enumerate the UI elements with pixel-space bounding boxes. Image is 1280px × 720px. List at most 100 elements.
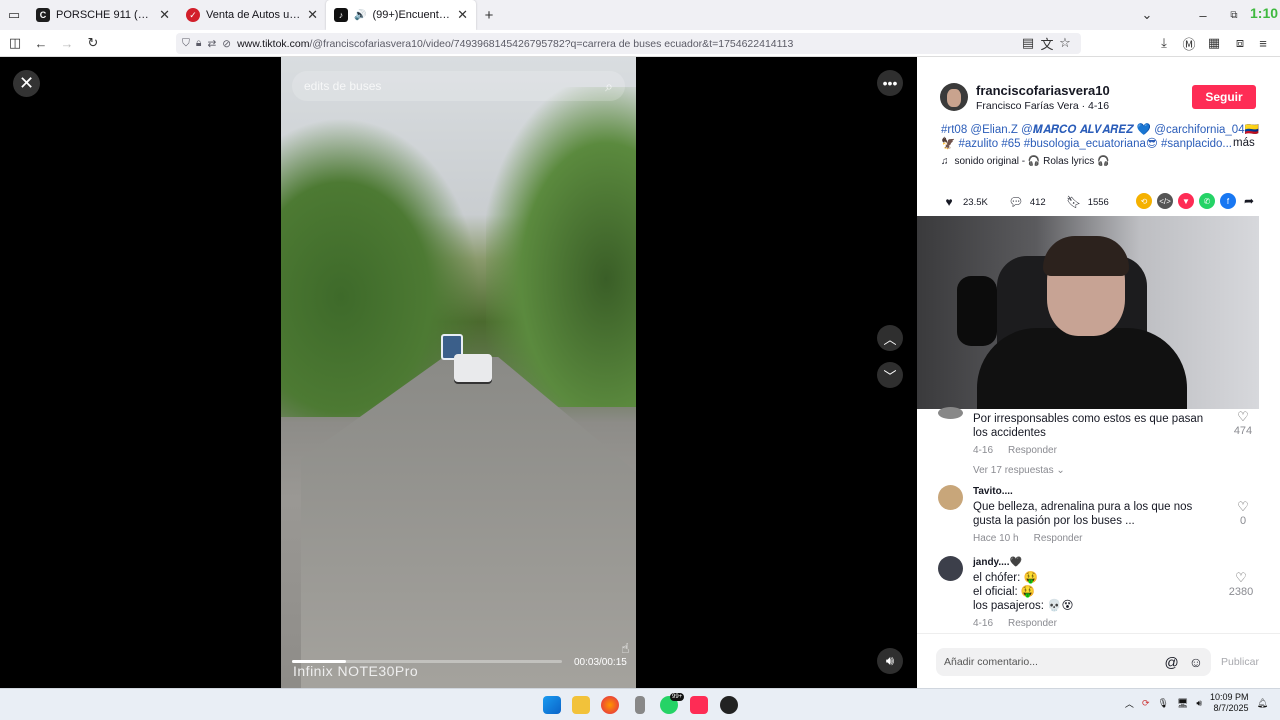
previous-video-button[interactable]: ︿: [877, 325, 903, 351]
tiktok-app-icon[interactable]: [690, 696, 708, 714]
forward-button[interactable]: →: [54, 30, 80, 56]
account-icon[interactable]: Ⓜ: [1176, 30, 1202, 56]
audio-playing-icon[interactable]: 🔊: [354, 10, 366, 21]
author-info[interactable]: franciscofariasvera10 Francisco Farías V…: [940, 83, 1110, 112]
sound-link[interactable]: ♫ sonido original - 🎧 Rolas lyrics 🎧: [941, 156, 1109, 167]
back-button[interactable]: ←: [28, 30, 54, 56]
author-avatar[interactable]: [940, 83, 968, 111]
author-subtitle: Francisco Farías Vera · 4-16: [976, 100, 1110, 112]
tab-overview-icon[interactable]: ▭: [0, 2, 28, 28]
firefox-icon[interactable]: [601, 696, 619, 714]
comment-date: 4-16: [973, 618, 994, 629]
windows-start-icon[interactable]: [543, 696, 561, 714]
reply-button[interactable]: Responder: [1008, 617, 1057, 631]
comment-username[interactable]: Tavito....: [973, 485, 1218, 499]
whatsapp-badge: 99+: [670, 693, 685, 701]
tab-list-chevron-icon[interactable]: ⌄: [1134, 2, 1160, 28]
video-search-input[interactable]: edits de buses ⌕: [292, 71, 625, 101]
permissions-icon[interactable]: ⇄: [207, 38, 216, 50]
minimize-button[interactable]: –: [1190, 2, 1216, 28]
mic-tray-icon[interactable]: 🎙︎: [1157, 698, 1168, 709]
facebook-icon[interactable]: f: [1220, 193, 1236, 209]
sync-icon[interactable]: ⟳: [1142, 698, 1150, 709]
tab-porsche[interactable]: C PORSCHE 911 (2014) - 125.000 ✕: [28, 0, 178, 30]
author-username[interactable]: franciscofariasvera10: [976, 83, 1110, 98]
show-hidden-icons-icon[interactable]: ︿: [1125, 697, 1134, 710]
close-tab-icon[interactable]: ✕: [307, 7, 318, 23]
comment-username[interactable]: jandy....🖤: [973, 556, 1214, 570]
clock[interactable]: 10:09 PM 8/7/2025: [1210, 692, 1249, 714]
reload-button[interactable]: ↻: [80, 30, 106, 56]
comment-text: Que belleza, adrenalina pura a los que n…: [973, 501, 1193, 527]
extension-icon[interactable]: ▦: [1201, 30, 1227, 56]
comment-item: Por irresponsables como estos es que pas…: [938, 407, 1258, 478]
see-more-link[interactable]: más: [1233, 137, 1255, 149]
comment-like-count: 2380: [1228, 586, 1254, 598]
more-options-button[interactable]: •••: [877, 70, 903, 96]
heart-outline-icon[interactable]: ♡: [1228, 499, 1258, 515]
menu-icon[interactable]: ≡: [1250, 30, 1276, 56]
sidebar-toggle-icon[interactable]: ◫: [2, 30, 28, 56]
post-panel: franciscofariasvera10 Francisco Farías V…: [917, 57, 1280, 688]
file-explorer-icon[interactable]: [572, 696, 590, 714]
comment-like[interactable]: ♡ 474: [1228, 409, 1258, 478]
next-video-button[interactable]: ﹀: [877, 362, 903, 388]
speaker-icon[interactable]: 🔊︎: [1196, 698, 1202, 709]
volume-button[interactable]: 🔊︎: [877, 648, 903, 674]
lock-icon[interactable]: 🔒︎: [196, 37, 202, 50]
system-tray: ︿ ⟳ 🎙︎ 🖥︎ 🔊︎ 10:09 PM 8/7/2025 🔔︎: [1125, 692, 1268, 714]
tab-title: PORSCHE 911 (2014) - 125.000: [56, 9, 153, 21]
view-replies-button[interactable]: Ver 17 respuestas ⌄: [973, 464, 1218, 478]
comment-like[interactable]: ♡ 0: [1228, 485, 1258, 546]
publish-button[interactable]: Publicar: [1221, 656, 1259, 668]
tab-tiktok[interactable]: ♪ 🔊 (99+)Encuentra 'carrera de ✕: [326, 0, 476, 30]
webcam-person: [1043, 236, 1129, 276]
network-icon[interactable]: 🖥︎: [1177, 698, 1188, 709]
restore-button[interactable]: ⧉: [1221, 2, 1247, 28]
mention-icon[interactable]: @: [1164, 654, 1178, 670]
address-bar[interactable]: ⛉ 🔒︎ ⇄ ⊘ www.tiktok.com/@franciscofarias…: [176, 33, 1081, 54]
follow-button[interactable]: Seguir: [1192, 85, 1256, 109]
url-text[interactable]: www.tiktok.com/@franciscofariasvera10/vi…: [237, 38, 793, 50]
tab-autos[interactable]: ✓ Venta de Autos usados en Ecuad ✕: [178, 0, 326, 30]
emoji-icon[interactable]: ☺: [1189, 654, 1203, 670]
comment-avatar[interactable]: [938, 485, 963, 510]
obs-icon[interactable]: [720, 696, 738, 714]
send-icon[interactable]: ▼: [1178, 193, 1194, 209]
hand-cursor-icon: ☝: [621, 640, 630, 656]
comment-input[interactable]: Añadir comentario... @ ☺: [936, 648, 1211, 676]
reply-button[interactable]: Responder: [1008, 444, 1057, 458]
heart-outline-icon[interactable]: ♡: [1224, 570, 1258, 586]
video-player[interactable]: edits de buses ⌕ 00:03/00:15 Infinix NOT…: [281, 57, 636, 688]
comment-avatar[interactable]: [938, 556, 963, 581]
like-heart-icon[interactable]: ♥: [941, 194, 957, 210]
heart-outline-icon[interactable]: ♡: [1228, 409, 1258, 425]
video-watermark: Infinix NOTE30Pro: [293, 663, 419, 679]
camera-blocked-icon[interactable]: ⊘: [222, 38, 231, 50]
bookmark-icon[interactable]: 🔖︎: [1066, 194, 1082, 210]
share-arrow-icon[interactable]: ➦: [1241, 193, 1257, 209]
close-tab-icon[interactable]: ✕: [159, 7, 170, 23]
comment-item: Tavito.... Que belleza, adrenalina pura …: [938, 485, 1258, 546]
window-badge: 1:10: [1250, 5, 1279, 21]
embed-icon[interactable]: </>: [1157, 193, 1173, 209]
comment-like-count: 474: [1233, 425, 1253, 437]
comment-avatar[interactable]: [938, 407, 963, 419]
new-tab-button[interactable]: +: [476, 2, 502, 28]
post-description[interactable]: #rt08 @Elian.Z @𝑴𝑨𝑹𝑪𝑶 𝑨𝑳𝑽𝑨𝑹𝑬𝒁 💙 @carchif…: [941, 123, 1259, 151]
comment-icon[interactable]: 💬︎: [1008, 194, 1024, 210]
bookmark-star-icon[interactable]: ☆: [1052, 30, 1078, 56]
reply-button[interactable]: Responder: [1034, 532, 1083, 546]
repost-icon[interactable]: ⟲: [1136, 193, 1152, 209]
microphone-app-icon[interactable]: [635, 696, 645, 714]
shield-icon[interactable]: ⛉: [182, 37, 190, 50]
tab-title: (99+)Encuentra 'carrera de: [372, 9, 451, 21]
close-video-button[interactable]: ✕: [13, 70, 40, 97]
close-tab-icon[interactable]: ✕: [457, 7, 468, 23]
comment-like[interactable]: ♡ 2380: [1224, 556, 1258, 631]
site-favicon-icon: ✓: [186, 8, 200, 22]
notifications-icon[interactable]: 🔔︎: [1257, 698, 1268, 709]
downloads-icon[interactable]: ⤓: [1151, 30, 1177, 56]
search-icon[interactable]: ⌕: [605, 78, 613, 95]
whatsapp-icon[interactable]: ✆: [1199, 193, 1215, 209]
